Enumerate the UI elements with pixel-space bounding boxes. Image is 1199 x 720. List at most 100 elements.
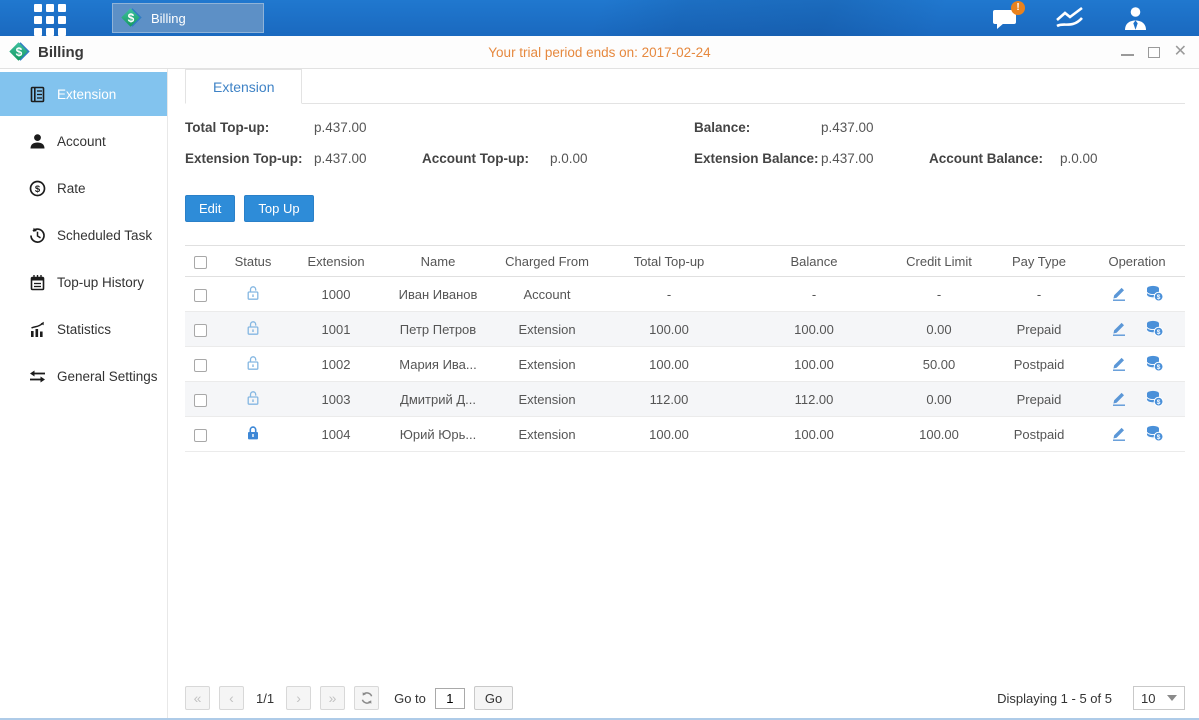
extension-balance-value: p.437.00 xyxy=(821,151,874,166)
pagination-bar: « ‹ 1/1 › » Go to Go Displaying 1 - 5 of… xyxy=(185,686,1185,710)
top-up-row-icon[interactable]: $ xyxy=(1138,354,1171,375)
lock-status-icon[interactable] xyxy=(245,425,261,441)
sidebar-item-account[interactable]: Account xyxy=(0,119,167,163)
window-controls: ✕ xyxy=(1121,46,1187,58)
top-up-button[interactable]: Top Up xyxy=(244,195,313,222)
minimize-icon[interactable] xyxy=(1121,48,1134,56)
row-checkbox[interactable] xyxy=(194,394,207,407)
chevron-down-icon xyxy=(1167,695,1177,701)
sidebar-item-scheduled-task[interactable]: Scheduled Task xyxy=(0,213,167,257)
top-up-row-icon[interactable]: $ xyxy=(1138,284,1171,305)
billing-app-window: $ Billing ! xyxy=(0,0,1199,720)
first-page-button[interactable]: « xyxy=(185,686,210,710)
cell-extension: 1002 xyxy=(291,347,381,382)
main-content: Extension Total Top-up: p.437.00 Balance… xyxy=(168,69,1199,718)
edit-button[interactable]: Edit xyxy=(185,195,235,222)
cell-credit-limit: 100.00 xyxy=(889,417,989,452)
person-icon xyxy=(29,133,46,150)
go-button[interactable]: Go xyxy=(474,686,513,710)
close-icon[interactable]: ✕ xyxy=(1174,46,1187,58)
billing-dollar-diamond-icon: $ xyxy=(122,8,142,28)
col-pay-type: Pay Type xyxy=(989,246,1089,277)
account-topup-label: Account Top-up: xyxy=(422,151,529,166)
sidebar-item-label: Rate xyxy=(57,181,86,196)
cell-total-topup: 100.00 xyxy=(599,312,739,347)
svg-text:$: $ xyxy=(35,184,41,195)
previous-page-button[interactable]: ‹ xyxy=(219,686,244,710)
sidebar-item-extension[interactable]: Extension xyxy=(0,72,167,116)
window-titlebar: $ Billing Your trial period ends on: 201… xyxy=(0,36,1199,69)
cell-extension: 1001 xyxy=(291,312,381,347)
sidebar-item-label: Account xyxy=(57,134,106,149)
resource-monitor-chart-icon[interactable] xyxy=(1054,6,1086,30)
edit-row-icon[interactable] xyxy=(1103,319,1135,340)
top-up-row-icon[interactable]: $ xyxy=(1138,389,1171,410)
billing-dollar-diamond-icon: $ xyxy=(10,42,30,62)
tab-label: Extension xyxy=(213,79,274,95)
window-title-group: $ Billing xyxy=(10,42,84,62)
extensions-table: Status Extension Name Charged From Total… xyxy=(185,245,1185,452)
page-size-select[interactable]: 10 xyxy=(1133,686,1185,710)
next-page-button[interactable]: › xyxy=(286,686,311,710)
top-up-row-icon[interactable]: $ xyxy=(1138,424,1171,445)
lock-status-icon[interactable] xyxy=(245,320,261,336)
taskbar-tab-billing[interactable]: $ Billing xyxy=(112,3,264,33)
cell-balance: 112.00 xyxy=(739,382,889,417)
table-row: 1000 Иван Иванов Account - - - - $ xyxy=(185,277,1185,312)
displaying-range: Displaying 1 - 5 of 5 xyxy=(997,691,1112,706)
maximize-icon[interactable] xyxy=(1148,47,1160,58)
cell-balance: - xyxy=(739,277,889,312)
cell-credit-limit: - xyxy=(889,277,989,312)
last-page-button[interactable]: » xyxy=(320,686,345,710)
account-balance-value: p.0.00 xyxy=(1060,151,1098,166)
refresh-button[interactable] xyxy=(354,686,379,710)
row-checkbox[interactable] xyxy=(194,429,207,442)
sidebar-item-general-settings[interactable]: General Settings xyxy=(0,354,167,398)
table-row: 1001 Петр Петров Extension 100.00 100.00… xyxy=(185,312,1185,347)
edit-row-icon[interactable] xyxy=(1103,389,1135,410)
cell-total-topup: 100.00 xyxy=(599,417,739,452)
cell-credit-limit: 0.00 xyxy=(889,312,989,347)
sidebar-item-statistics[interactable]: Statistics xyxy=(0,307,167,351)
row-checkbox[interactable] xyxy=(194,289,207,302)
sidebar-item-label: Top-up History xyxy=(57,275,144,290)
row-checkbox[interactable] xyxy=(194,324,207,337)
cell-pay-type: - xyxy=(989,277,1089,312)
cell-credit-limit: 0.00 xyxy=(889,382,989,417)
col-balance: Balance xyxy=(739,246,889,277)
col-extension: Extension xyxy=(291,246,381,277)
row-checkbox[interactable] xyxy=(194,359,207,372)
cell-name: Иван Иванов xyxy=(381,277,495,312)
notification-badge: ! xyxy=(1011,1,1025,15)
goto-page-input[interactable] xyxy=(435,688,465,709)
select-all-checkbox[interactable] xyxy=(194,256,207,269)
lock-status-icon[interactable] xyxy=(245,390,261,406)
edit-row-icon[interactable] xyxy=(1103,424,1135,445)
app-launcher-grid-icon[interactable] xyxy=(34,4,70,32)
notifications-chat-icon[interactable]: ! xyxy=(992,7,1018,30)
taskbar-right-icons: ! xyxy=(992,5,1149,31)
total-topup-label: Total Top-up: xyxy=(185,120,269,135)
trial-notice: Your trial period ends on: 2017-02-24 xyxy=(0,45,1199,60)
cell-charged-from: Extension xyxy=(495,312,599,347)
edit-row-icon[interactable] xyxy=(1103,284,1135,305)
lock-status-icon[interactable] xyxy=(245,285,261,301)
sidebar-item-rate[interactable]: $ Rate xyxy=(0,166,167,210)
cell-total-topup: 100.00 xyxy=(599,347,739,382)
tab-extension[interactable]: Extension xyxy=(185,69,302,104)
toolbar: Edit Top Up xyxy=(185,195,1185,222)
refresh-icon xyxy=(360,691,374,705)
lock-status-icon[interactable] xyxy=(245,355,261,371)
cell-balance: 100.00 xyxy=(739,347,889,382)
top-up-row-icon[interactable]: $ xyxy=(1138,319,1171,340)
page-size-value: 10 xyxy=(1141,691,1155,706)
edit-row-icon[interactable] xyxy=(1103,354,1135,375)
cell-name: Мария Ива... xyxy=(381,347,495,382)
table-row: 1003 Дмитрий Д... Extension 112.00 112.0… xyxy=(185,382,1185,417)
user-account-icon[interactable] xyxy=(1122,5,1149,31)
sidebar: Extension Account $ Rate Scheduled Task … xyxy=(0,69,168,718)
balance-label: Balance: xyxy=(694,120,750,135)
ledger-icon xyxy=(29,86,46,103)
sidebar-item-topup-history[interactable]: Top-up History xyxy=(0,260,167,304)
col-total-topup: Total Top-up xyxy=(599,246,739,277)
